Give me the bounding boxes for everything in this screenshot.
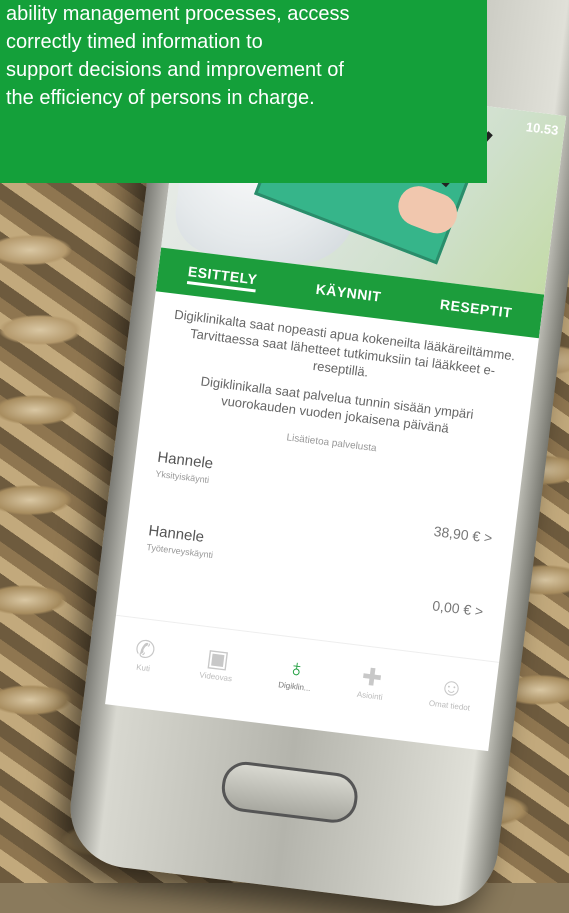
intro-content: Digiklinikalta saat nopeasti apua kokene… [119,303,538,640]
nav-item-video[interactable]: ▣ Videovas [199,644,236,683]
nav-item-call[interactable]: ✆ Kuti [133,635,158,673]
nav-item-asiointi[interactable]: ✚ Asiointi [356,662,386,702]
person-icon: ☺ [437,672,466,703]
status-time: 10.53 [525,119,560,139]
nav-label: Digiklin... [277,679,312,693]
caption-line: ability management processes, access [6,3,350,25]
visit-price: 0,00 € > [431,597,485,620]
tab-reseptit[interactable]: RESEPTIT [439,296,513,321]
caption-line: correctly timed information to [6,31,263,53]
tab-kaynnit[interactable]: KÄYNNIT [315,281,382,305]
caption-overlay: ability management processes, access cor… [0,0,487,183]
nav-label: Omat tiedot [428,698,471,713]
video-icon: ▣ [205,643,231,674]
caption-line: support decisions and improvement of [6,59,344,81]
stethoscope-icon: ♁ [286,653,308,683]
tab-esittely[interactable]: ESITTELY [186,262,259,292]
phone-icon: ✆ [133,635,158,665]
caption-line: the efficiency of persons in charge. [6,87,315,109]
nav-label: Kuti [135,662,151,673]
plus-cross-icon: ✚ [360,662,384,693]
home-button[interactable] [219,759,361,826]
nav-label: Asiointi [356,689,384,702]
visit-price: 38,90 € > [432,522,494,547]
nav-item-digiklinikka[interactable]: ♁ Digiklin... [278,654,314,693]
nav-item-profile[interactable]: ☺ Omat tiedot [428,672,473,712]
